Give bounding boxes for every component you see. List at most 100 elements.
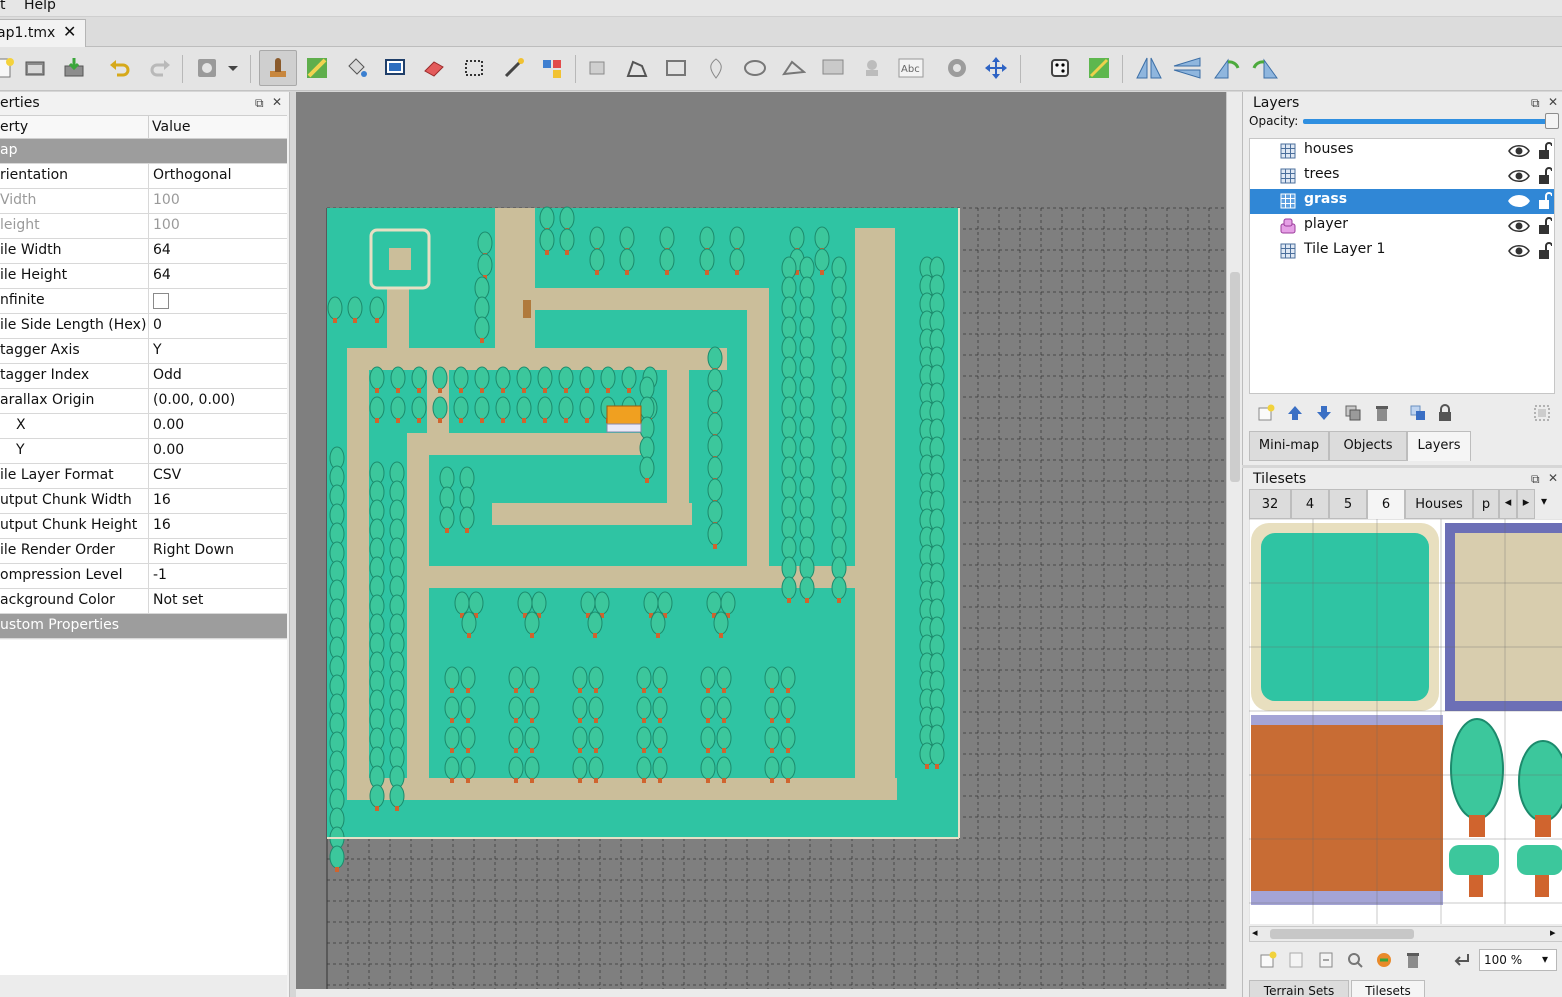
eye-icon[interactable]: [1508, 192, 1530, 210]
delete-layer-icon[interactable]: [1373, 404, 1391, 422]
unlocked-icon[interactable]: [1538, 241, 1552, 261]
tile-stone[interactable]: [1455, 533, 1562, 701]
open-icon[interactable]: [23, 56, 47, 80]
lock-layer-icon[interactable]: [1437, 403, 1453, 423]
document-tab[interactable]: ap1.tmx ✕: [0, 19, 86, 47]
insert-text-icon[interactable]: Abc: [898, 56, 924, 80]
random-mode-icon[interactable]: [1048, 56, 1072, 80]
tile-dirt-top[interactable]: [1251, 715, 1443, 725]
layer-row[interactable]: trees: [1250, 164, 1554, 189]
tile-tree-trunk[interactable]: [1535, 875, 1549, 897]
opacity-slider[interactable]: [1303, 119, 1551, 124]
command-icon[interactable]: [195, 56, 219, 80]
tab-objects[interactable]: Objects: [1329, 431, 1407, 461]
opacity-slider-handle[interactable]: [1545, 113, 1559, 129]
property-row[interactable]: ile Render Order Right Down: [0, 539, 287, 564]
float-panel-icon[interactable]: ⧉: [255, 96, 264, 111]
property-row[interactable]: rientation Orthogonal: [0, 164, 287, 189]
terrain-brush-icon[interactable]: [305, 56, 329, 80]
property-value[interactable]: Odd: [153, 367, 182, 383]
property-row[interactable]: ile Side Length (Hex) 0: [0, 314, 287, 339]
scroll-right-icon[interactable]: ▸: [1550, 926, 1556, 939]
magic-wand-icon[interactable]: [502, 56, 526, 80]
property-row[interactable]: ile Width 64: [0, 239, 287, 264]
tileset-tab-p[interactable]: p: [1473, 489, 1499, 519]
property-value[interactable]: 16: [153, 517, 171, 533]
property-row[interactable]: leight 100: [0, 214, 287, 239]
property-row[interactable]: tagger Axis Y: [0, 339, 287, 364]
eye-icon[interactable]: [1508, 142, 1530, 160]
tile-tree-top[interactable]: [1517, 845, 1562, 875]
canvas-vertical-scrollbar[interactable]: [1226, 92, 1242, 989]
tile-grass[interactable]: [1261, 533, 1429, 701]
insert-ellipse-icon[interactable]: [743, 56, 767, 80]
close-panel-icon[interactable]: ✕: [272, 95, 282, 109]
flip-vertical-icon[interactable]: [1172, 56, 1202, 80]
tileset-tab-houses[interactable]: Houses: [1405, 489, 1473, 519]
property-row[interactable]: utput Chunk Width 16: [0, 489, 287, 514]
property-value[interactable]: 64: [153, 242, 171, 258]
tile-tree-top[interactable]: [1449, 845, 1499, 875]
tile-tree[interactable]: [1518, 740, 1562, 822]
property-value[interactable]: Right Down: [153, 542, 234, 558]
property-value[interactable]: Y: [153, 342, 162, 358]
select-same-tile-icon[interactable]: [541, 56, 565, 80]
insert-tile-icon[interactable]: [821, 56, 845, 80]
tileset-tab-32[interactable]: 32: [1249, 489, 1291, 519]
property-value[interactable]: 16: [153, 492, 171, 508]
float-panel-icon[interactable]: ⧉: [1531, 472, 1540, 487]
new-tileset-icon[interactable]: [1259, 951, 1277, 969]
new-file-icon[interactable]: [0, 56, 16, 80]
tab-tilesets[interactable]: Tilesets: [1351, 980, 1425, 997]
property-row[interactable]: Y 0.00: [0, 439, 287, 464]
property-row[interactable]: ile Height 64: [0, 264, 287, 289]
tile-tree-trunk[interactable]: [1469, 815, 1485, 837]
shape-fill-icon[interactable]: [383, 56, 407, 80]
layer-row[interactable]: player: [1250, 214, 1554, 239]
show-other-layers-icon[interactable]: [1409, 404, 1427, 422]
tile-tree[interactable]: [1450, 718, 1504, 820]
wang-fill-icon[interactable]: [1087, 56, 1111, 80]
property-row[interactable]: ile Layer Format CSV: [0, 464, 287, 489]
tileset-tab-6[interactable]: 6: [1367, 489, 1405, 519]
save-icon[interactable]: [62, 56, 86, 80]
layer-row[interactable]: houses: [1250, 139, 1554, 164]
tile-dirt[interactable]: [1251, 715, 1443, 905]
select-objects-icon[interactable]: [586, 56, 610, 80]
chevron-down-icon[interactable]: ▾: [1542, 952, 1548, 966]
redo-icon[interactable]: [148, 56, 172, 80]
tile-tree-trunk[interactable]: [1535, 815, 1551, 837]
eye-icon[interactable]: [1508, 217, 1530, 235]
eraser-icon[interactable]: [422, 56, 446, 80]
layer-offset-icon[interactable]: [945, 56, 969, 80]
tileset-zoom-select[interactable]: 100 % ▾: [1479, 949, 1557, 971]
tileset-image[interactable]: [1249, 519, 1562, 924]
property-row[interactable]: ackground Color Not set: [0, 589, 287, 614]
tileset-horizontal-scrollbar[interactable]: ◂ ▸: [1249, 926, 1562, 942]
unlocked-icon[interactable]: [1538, 141, 1552, 161]
lower-layer-icon[interactable]: [1315, 404, 1333, 422]
duplicate-layer-icon[interactable]: [1344, 404, 1362, 422]
close-icon[interactable]: ✕: [63, 22, 76, 41]
chevron-down-icon[interactable]: ▾: [1541, 494, 1547, 508]
move-icon[interactable]: [984, 56, 1008, 80]
edit-polygons-icon[interactable]: [625, 56, 649, 80]
unlocked-icon[interactable]: [1538, 166, 1552, 186]
eye-icon[interactable]: [1508, 167, 1530, 185]
raise-layer-icon[interactable]: [1286, 404, 1304, 422]
value-column-header[interactable]: Value: [152, 119, 190, 135]
property-row[interactable]: Vidth 100: [0, 189, 287, 214]
dynamic-wrapping-icon[interactable]: [1453, 951, 1471, 969]
property-value[interactable]: 100: [153, 217, 180, 233]
property-value[interactable]: Not set: [153, 592, 203, 608]
rotate-right-icon[interactable]: [1250, 56, 1280, 80]
property-row[interactable]: nfinite: [0, 289, 287, 314]
property-value[interactable]: Orthogonal: [153, 167, 232, 183]
rect-select-icon[interactable]: [462, 56, 486, 80]
property-value[interactable]: 64: [153, 267, 171, 283]
property-group-header[interactable]: ap: [0, 139, 287, 164]
new-layer-icon[interactable]: [1257, 404, 1275, 422]
property-value[interactable]: 0: [153, 317, 162, 333]
insert-polygon-icon[interactable]: [782, 56, 806, 80]
property-row[interactable]: ompression Level -1: [0, 564, 287, 589]
